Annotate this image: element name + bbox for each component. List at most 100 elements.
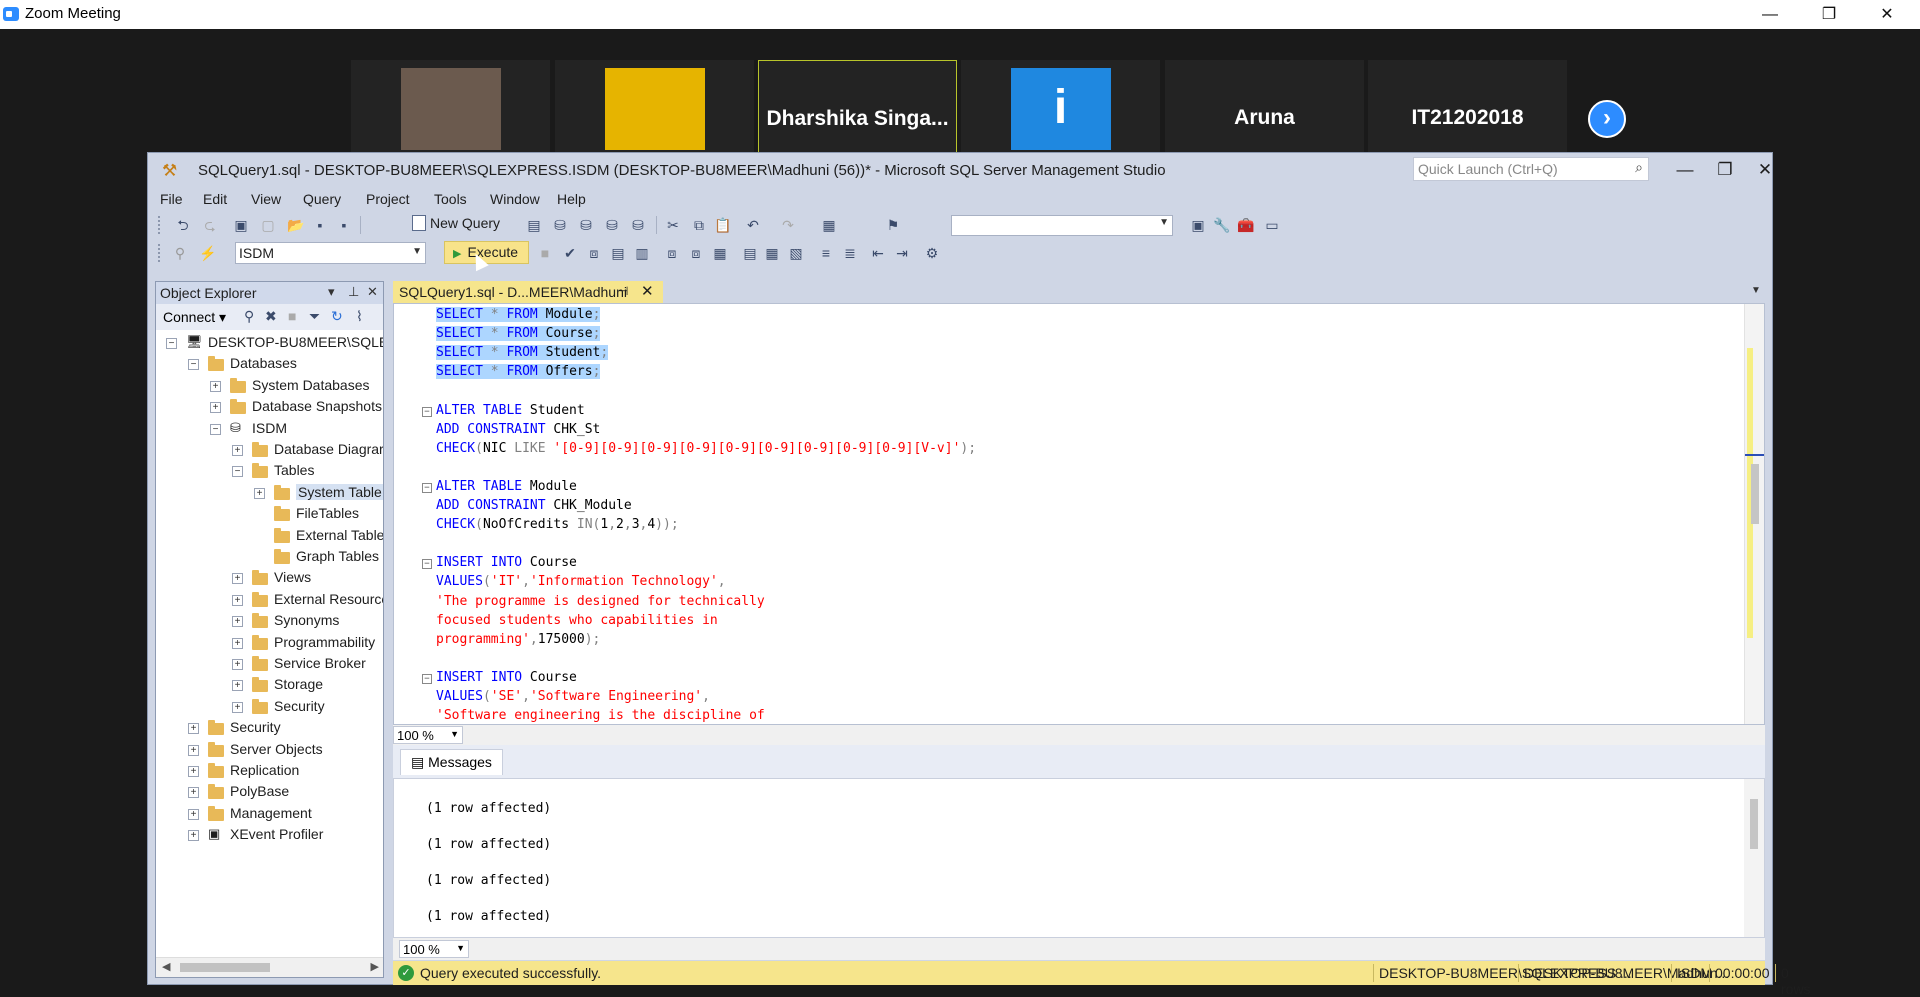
undo-icon[interactable]: ↶: [743, 215, 763, 235]
restore-button[interactable]: ❐: [1806, 0, 1852, 29]
scrollbar-thumb[interactable]: [1751, 464, 1759, 524]
close-icon[interactable]: ✕: [367, 284, 378, 300]
add-item-icon[interactable]: ▢: [258, 215, 278, 235]
save-icon[interactable]: ▪: [310, 215, 330, 235]
decrease-indent-icon[interactable]: ⇤: [868, 243, 888, 263]
tab-messages[interactable]: ▤ Messages: [400, 749, 503, 775]
find-in-files-icon[interactable]: ⚑: [883, 215, 903, 235]
expand-icon[interactable]: +: [232, 680, 243, 692]
expand-icon[interactable]: +: [210, 380, 221, 392]
scrollbar-thumb[interactable]: [1750, 799, 1758, 849]
document-tab[interactable]: SQLQuery1.sql - D...MEER\Madhuni (56))* …: [393, 281, 663, 316]
query-dax-icon[interactable]: ⛁: [602, 215, 622, 235]
close-icon[interactable]: ✕: [641, 282, 654, 300]
find-combo[interactable]: ▼: [951, 215, 1173, 236]
expand-icon[interactable]: +: [232, 445, 243, 456]
collapse-icon[interactable]: −: [188, 359, 199, 371]
results-zoom-select[interactable]: 100 % ▼: [399, 940, 469, 958]
scroll-left-icon[interactable]: ◀: [162, 960, 170, 973]
collapse-icon[interactable]: −: [232, 466, 243, 478]
menu-file[interactable]: File: [160, 191, 183, 207]
tree-node[interactable]: + Replication: [156, 762, 383, 782]
estimated-plan-icon[interactable]: ⧈: [584, 243, 604, 263]
ssms-restore-button[interactable]: ❐: [1710, 157, 1740, 183]
open-file-icon[interactable]: 📂: [286, 215, 306, 235]
tree-node[interactable]: + PolyBase: [156, 783, 383, 803]
vertical-scrollbar[interactable]: [1744, 779, 1764, 937]
results-to-grid-icon[interactable]: ▦: [762, 243, 782, 263]
fold-toggle-icon[interactable]: −: [422, 673, 432, 684]
tree-node[interactable]: + Security: [156, 719, 383, 739]
tree-node[interactable]: + Service Broker: [156, 655, 383, 675]
fold-toggle-icon[interactable]: −: [422, 406, 432, 417]
query-xmla-icon[interactable]: ⛁: [576, 215, 596, 235]
filter-icon[interactable]: ⏷: [309, 308, 320, 325]
fold-toggle-icon[interactable]: −: [422, 559, 432, 570]
menu-help[interactable]: Help: [557, 191, 586, 207]
vertical-scrollbar[interactable]: [1744, 304, 1764, 724]
new-query-button[interactable]: New Query: [412, 215, 500, 231]
expand-icon[interactable]: +: [232, 616, 243, 628]
expand-icon[interactable]: +: [232, 573, 243, 585]
query-mdx-icon[interactable]: ▤: [524, 215, 544, 235]
tree-node[interactable]: + Management: [156, 805, 383, 825]
pin-icon[interactable]: ⊥: [348, 284, 359, 300]
options-icon[interactable]: ▭: [1262, 215, 1282, 235]
messages-pane[interactable]: (1 row affected) (1 row affected) (1 row a…: [393, 778, 1765, 938]
expand-icon[interactable]: +: [232, 659, 243, 670]
tree-node[interactable]: + System Databases: [156, 377, 383, 397]
expand-icon[interactable]: +: [254, 487, 265, 499]
zoom-select[interactable]: 100 % ▼: [393, 726, 463, 744]
toolbox-icon[interactable]: 🧰: [1236, 215, 1256, 235]
copy-icon[interactable]: ⧉: [689, 215, 709, 235]
increase-indent-icon[interactable]: ⇥: [892, 243, 912, 263]
parse-icon[interactable]: ✔: [560, 243, 580, 263]
connect-button[interactable]: Connect ▾: [163, 309, 226, 326]
disconnect-icon[interactable]: ✖: [265, 308, 277, 325]
menu-query[interactable]: Query: [303, 191, 341, 207]
quick-launch-input[interactable]: Quick Launch (Ctrl+Q) ⌕: [1413, 157, 1649, 181]
tree-node[interactable]: + Programmability: [156, 634, 383, 654]
document-list-icon[interactable]: ▼: [1751, 285, 1761, 296]
back-icon[interactable]: ⮌: [173, 215, 193, 235]
results-to-file-icon[interactable]: ▧: [786, 243, 806, 263]
menu-project[interactable]: Project: [366, 191, 410, 207]
chevron-right-icon[interactable]: ›: [1588, 100, 1626, 138]
minimize-button[interactable]: —: [1747, 0, 1793, 29]
tree-node[interactable]: Graph Tables: [156, 548, 383, 568]
expand-icon[interactable]: +: [210, 402, 221, 414]
expand-icon[interactable]: +: [232, 594, 243, 606]
tree-node[interactable]: − ⛁ ISDM: [156, 420, 383, 440]
paste-icon[interactable]: 📋: [713, 215, 733, 235]
tree-node[interactable]: + Database Diagrar: [156, 441, 383, 461]
scrollbar-thumb[interactable]: [180, 963, 270, 972]
menu-view[interactable]: View: [251, 191, 281, 207]
results-to-text-icon[interactable]: ▤: [740, 243, 760, 263]
collapse-icon[interactable]: −: [166, 338, 177, 349]
specify-values-icon[interactable]: ⚙: [922, 243, 942, 263]
tree-node[interactable]: + System Table: [156, 483, 383, 504]
query-dmx-icon[interactable]: ⛁: [550, 215, 570, 235]
tree-node[interactable]: − Databases: [156, 355, 383, 375]
fold-toggle-icon[interactable]: −: [422, 482, 432, 493]
expand-icon[interactable]: +: [188, 808, 199, 820]
ssms-close-button[interactable]: ✕: [1750, 157, 1780, 183]
actual-plan-icon[interactable]: ⧈: [662, 243, 682, 263]
tree-node[interactable]: + Database Snapshots: [156, 398, 383, 418]
expand-icon[interactable]: +: [188, 787, 199, 799]
tree-node[interactable]: + Security: [156, 698, 383, 718]
activity-icon[interactable]: ⌇: [356, 308, 363, 325]
new-project-icon[interactable]: ▣: [231, 215, 251, 235]
expand-icon[interactable]: +: [188, 723, 199, 735]
tree-node[interactable]: − Tables: [156, 462, 383, 482]
tree-node[interactable]: + Storage: [156, 676, 383, 696]
collapse-icon[interactable]: −: [210, 423, 221, 435]
ssms-minimize-button[interactable]: —: [1670, 157, 1700, 183]
database-select[interactable]: ISDM ▼: [235, 242, 426, 264]
tree-node[interactable]: + Server Objects: [156, 741, 383, 761]
cut-icon[interactable]: ✂: [663, 215, 683, 235]
connect-icon[interactable]: ⚲: [244, 308, 254, 325]
live-stats-icon[interactable]: ⧈: [686, 243, 706, 263]
close-button[interactable]: ✕: [1864, 0, 1910, 29]
expand-icon[interactable]: +: [232, 637, 243, 649]
